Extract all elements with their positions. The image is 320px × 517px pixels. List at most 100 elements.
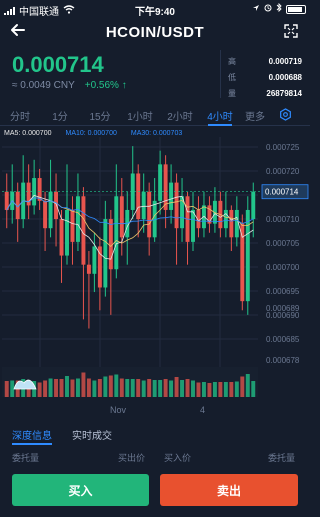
ma5-label: MA5: 0.000700	[4, 130, 52, 137]
volume-bar	[125, 379, 130, 397]
change-value: +0.56%	[84, 80, 119, 91]
x-tick-label: 4	[200, 405, 205, 415]
volume-bar	[4, 381, 9, 397]
volume-bar	[245, 374, 250, 397]
ma30-label: MA30: 0.000703	[130, 130, 183, 137]
candle-body	[245, 209, 250, 302]
tab-trades[interactable]: 实时成交	[72, 427, 112, 445]
col-sell-price: 买入价	[164, 453, 192, 463]
volume-bar	[130, 379, 135, 397]
candle-body	[81, 196, 86, 265]
volume-bar	[65, 376, 69, 397]
y-tick-label: 0.000705	[266, 239, 300, 248]
tab-more[interactable]: 更多	[240, 104, 270, 125]
status-bar: 中国联通 下午9:40	[0, 0, 310, 18]
pair-title: HCOIN/USDT	[105, 24, 205, 41]
volume-bar	[163, 379, 168, 397]
volume-bar	[48, 378, 53, 397]
volume-bar	[223, 382, 228, 397]
volume-bar	[108, 375, 113, 397]
candle-body	[86, 264, 91, 274]
candle-body	[223, 209, 228, 229]
tab-1hour[interactable]: 1小时	[120, 104, 160, 125]
alarm-icon	[264, 4, 272, 15]
volume-bar	[212, 382, 217, 397]
volume-bar	[54, 379, 59, 397]
sell-button[interactable]: 卖出	[160, 474, 298, 506]
volume-bar	[240, 376, 245, 397]
kline-chart[interactable]: 0.0007250.0007200.0007150.0007100.000705…	[0, 127, 310, 417]
volume-bar	[92, 380, 97, 397]
y-tick-label: 0.000720	[266, 167, 300, 176]
volume-bar	[180, 380, 185, 397]
volume-bar	[147, 379, 152, 397]
volume-bar	[136, 379, 141, 397]
volume-bar	[70, 379, 75, 397]
volume-bar	[218, 382, 223, 397]
candle-body	[119, 196, 124, 238]
candle-body	[158, 164, 163, 201]
col-buy-volume: 委托量	[12, 453, 40, 463]
volume-bar	[10, 380, 15, 397]
candle-body	[48, 191, 53, 229]
volume-bar	[152, 380, 157, 397]
candle-body	[136, 173, 141, 220]
volume-bar	[234, 381, 239, 397]
candle-body	[65, 209, 69, 256]
tab-depth[interactable]: 深度信息	[12, 427, 52, 445]
tab-4hour[interactable]: 4小时	[200, 104, 240, 126]
y-tick-label: 0.000685	[266, 335, 300, 344]
volume-bar	[43, 380, 48, 397]
fullscreen-icon[interactable]	[284, 24, 298, 38]
stats-divider	[220, 50, 221, 98]
stat-high: 高 0.000719	[228, 56, 302, 66]
price-subline: ≈ 0.0049 CNY +0.56% ↑	[12, 80, 127, 91]
volume-bar	[201, 382, 206, 397]
volume-bar	[251, 381, 256, 397]
candle-body	[240, 223, 245, 302]
candle-body	[141, 191, 146, 220]
stat-volume: 量 26879814	[228, 88, 302, 98]
volume-bar	[169, 380, 174, 397]
candle-body	[43, 200, 48, 229]
volume-bar	[97, 379, 102, 397]
trade-actions: 买入 卖出	[0, 470, 310, 510]
status-right	[252, 2, 306, 15]
volume-bar	[191, 380, 195, 397]
order-columns: 委托量 买出价 买入价 委托量	[0, 448, 310, 464]
tab-15min[interactable]: 15分	[80, 104, 120, 125]
last-price: 0.000714	[12, 52, 104, 77]
volume-bar	[207, 383, 212, 397]
y-tick-label: 0.000725	[266, 143, 300, 152]
y-tick-label: 0.000689	[266, 304, 300, 313]
candle-body	[114, 196, 119, 270]
volume-bar	[114, 374, 119, 397]
candle-body	[147, 191, 152, 238]
volume-bar	[229, 382, 234, 397]
tab-1min[interactable]: 1分	[40, 104, 80, 125]
up-arrow-icon: ↑	[121, 80, 127, 91]
nav-bar: HCOIN/USDT	[0, 18, 310, 48]
volume-bar	[59, 379, 64, 397]
candle-body	[174, 182, 179, 229]
volume-bar	[119, 378, 124, 397]
tab-2hour[interactable]: 2小时	[160, 104, 200, 125]
tab-timeshare[interactable]: 分时	[0, 104, 40, 125]
candle-body	[70, 209, 75, 242]
y-tick-label: 0.000678	[266, 356, 300, 365]
x-tick-label: Nov	[110, 405, 127, 415]
current-price-label: 0.000714	[265, 188, 299, 197]
volume-bar	[75, 378, 80, 397]
volume-bar	[174, 377, 179, 397]
settings-hex-icon[interactable]	[270, 104, 300, 125]
candle-body	[92, 246, 97, 274]
y-tick-label: 0.000710	[266, 215, 300, 224]
candle-body	[163, 164, 168, 210]
volume-bar	[158, 380, 163, 397]
candle-body	[75, 196, 80, 242]
battery-icon	[286, 4, 306, 14]
buy-button[interactable]: 买入	[12, 474, 149, 506]
kline-svg: 0.0007250.0007200.0007150.0007100.000705…	[2, 137, 309, 415]
location-icon	[252, 4, 260, 15]
cny-price: ≈ 0.0049 CNY	[12, 80, 75, 91]
